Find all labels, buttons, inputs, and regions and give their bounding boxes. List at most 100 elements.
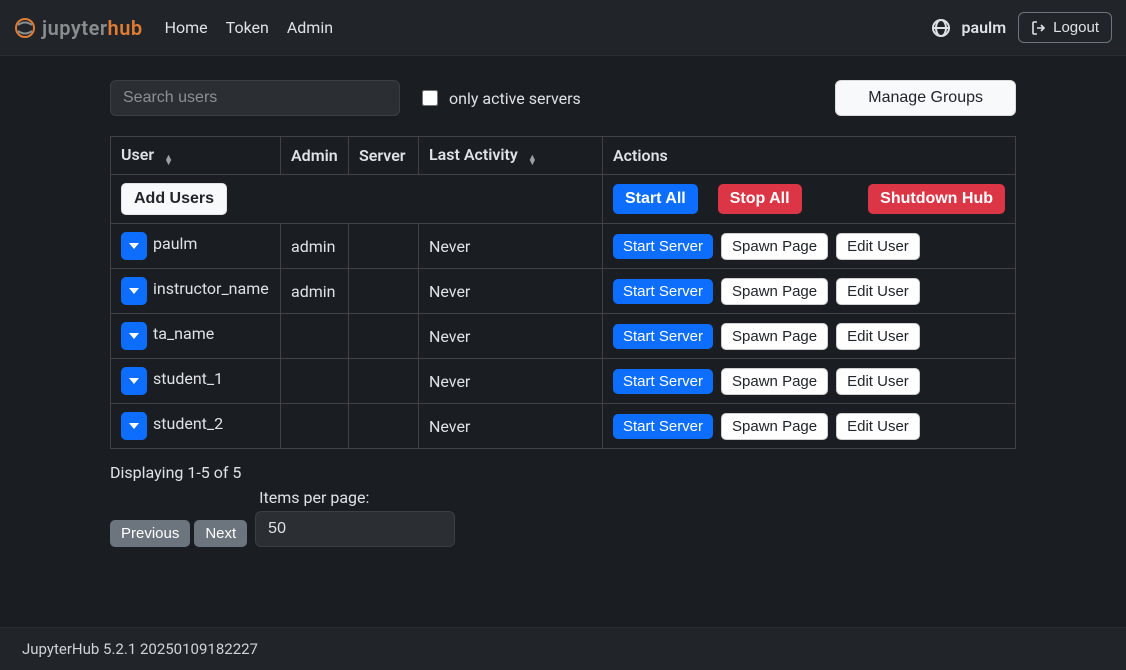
cell-user: student_2 [111,404,281,449]
pagination-summary: Displaying 1-5 of 5 [110,463,1016,482]
user-name: paulm [153,234,197,253]
user-name: student_1 [153,369,223,388]
cell-user: instructor_name [111,269,281,314]
pager: Previous Next Items per page: [110,488,1016,547]
edit-user-button[interactable]: Edit User [836,323,920,350]
brand-jup: jupyter [42,16,108,40]
expand-row-button[interactable] [121,322,147,350]
table-row: student_1 Never Start Server Spawn Page Edit… [111,359,1016,404]
cell-activity: Never [419,224,603,269]
chevron-down-icon [129,423,139,429]
user-name: instructor_name [153,279,269,298]
user-box: paulm Logout [932,12,1112,43]
brand-text: jupyterhub [42,16,143,40]
chevron-down-icon [129,378,139,384]
start-server-button[interactable]: Start Server [613,324,713,349]
cell-server [349,224,419,269]
table-row: ta_name Never Start Server Spawn Page Edit U… [111,314,1016,359]
logout-button[interactable]: Logout [1018,12,1112,43]
spawn-page-button[interactable]: Spawn Page [721,368,828,395]
cell-user: paulm [111,224,281,269]
brand-hub: hub [108,16,143,40]
previous-button[interactable]: Previous [110,520,190,547]
cell-admin [281,314,349,359]
jupyter-icon [14,17,36,39]
cell-activity: Never [419,404,603,449]
theme-icon[interactable] [932,19,950,37]
cell-actions: Start Server Spawn Page Edit User [603,224,1016,269]
header-admin: Admin [281,137,349,175]
brand[interactable]: jupyterhub [14,16,143,40]
header-activity-label: Last Activity [429,145,518,164]
header-user[interactable]: User ▲▼ [111,137,281,175]
only-active-input[interactable] [422,90,438,106]
spawn-page-button[interactable]: Spawn Page [721,278,828,305]
add-users-button[interactable]: Add Users [121,183,227,215]
header-actions: Actions [603,137,1016,175]
sort-icon: ▲▼ [528,156,537,166]
current-user: paulm [962,18,1007,37]
cell-actions: Start Server Spawn Page Edit User [603,404,1016,449]
edit-user-button[interactable]: Edit User [836,278,920,305]
cell-admin [281,359,349,404]
sort-icon: ▲▼ [164,156,173,166]
items-per-page-input[interactable] [255,511,455,547]
expand-row-button[interactable] [121,232,147,260]
top-row: only active servers Manage Groups [110,80,1016,116]
chevron-down-icon [129,333,139,339]
manage-groups-button[interactable]: Manage Groups [835,80,1016,116]
cell-actions: Start Server Spawn Page Edit User [603,269,1016,314]
main-container: only active servers Manage Groups User ▲… [0,56,1126,547]
table-row: instructor_name admin Never Start Server Spa… [111,269,1016,314]
header-server: Server [349,137,419,175]
next-button[interactable]: Next [194,520,247,547]
cell-user: ta_name [111,314,281,359]
edit-user-button[interactable]: Edit User [836,413,920,440]
toolbar-left: Add Users [111,175,603,224]
only-active-label: only active servers [449,89,581,108]
cell-actions: Start Server Spawn Page Edit User [603,359,1016,404]
users-table: User ▲▼ Admin Server Last Activity ▲▼ Ac… [110,136,1016,449]
spawn-page-button[interactable]: Spawn Page [721,233,828,260]
nav-admin[interactable]: Admin [285,14,335,41]
shutdown-hub-button[interactable]: Shutdown Hub [868,184,1005,214]
start-all-button[interactable]: Start All [613,184,698,214]
nav-home[interactable]: Home [163,14,210,41]
expand-row-button[interactable] [121,367,147,395]
cell-activity: Never [419,314,603,359]
search-input[interactable] [110,80,400,116]
chevron-down-icon [129,243,139,249]
user-name: student_2 [153,414,223,433]
expand-row-button[interactable] [121,277,147,305]
header-last-activity[interactable]: Last Activity ▲▼ [419,137,603,175]
cell-server [349,359,419,404]
only-active-checkbox[interactable]: only active servers [418,87,581,109]
start-server-button[interactable]: Start Server [613,369,713,394]
cell-user: student_1 [111,359,281,404]
start-server-button[interactable]: Start Server [613,279,713,304]
cell-activity: Never [419,269,603,314]
spawn-page-button[interactable]: Spawn Page [721,413,828,440]
user-name: ta_name [153,324,214,343]
table-header-row: User ▲▼ Admin Server Last Activity ▲▼ Ac… [111,137,1016,175]
version-text: JupyterHub 5.2.1 20250109182227 [22,640,258,658]
start-server-button[interactable]: Start Server [613,414,713,439]
expand-row-button[interactable] [121,412,147,440]
cell-admin: admin [281,269,349,314]
header-user-label: User [121,145,154,164]
logout-icon [1031,20,1047,36]
edit-user-button[interactable]: Edit User [836,233,920,260]
edit-user-button[interactable]: Edit User [836,368,920,395]
nav-links: Home Token Admin [163,14,335,41]
cell-server [349,269,419,314]
cell-actions: Start Server Spawn Page Edit User [603,314,1016,359]
cell-activity: Never [419,359,603,404]
footer-bar: JupyterHub 5.2.1 20250109182227 [0,627,1126,670]
nav-token[interactable]: Token [224,14,271,41]
spawn-page-button[interactable]: Spawn Page [721,323,828,350]
stop-all-button[interactable]: Stop All [718,184,802,214]
cell-admin [281,404,349,449]
navbar: jupyterhub Home Token Admin paulm Logout [0,0,1126,56]
start-server-button[interactable]: Start Server [613,234,713,259]
cell-admin: admin [281,224,349,269]
